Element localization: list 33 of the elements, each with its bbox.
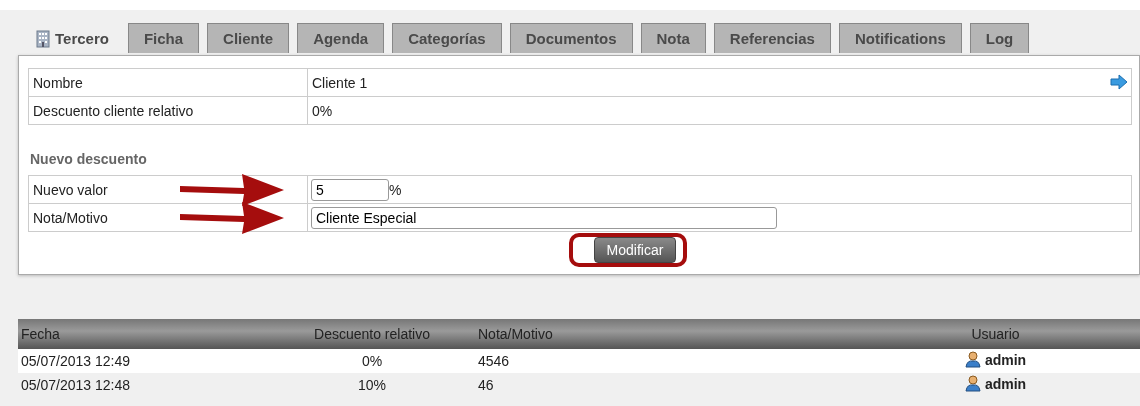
tab[interactable]: Log [969,23,1030,53]
table-cell: 0% [284,349,460,373]
tab[interactable]: Notifications [838,23,962,53]
tab[interactable]: Categorías [392,23,502,53]
field-value: Cliente 1 [312,74,368,91]
field-label: Nombre [28,68,308,97]
user-icon [964,351,981,368]
column-header: Usuario [851,319,1140,349]
column-header: Fecha [18,319,284,349]
tab[interactable]: Ficha [127,23,200,53]
column-header: Nota/Motivo [460,319,851,349]
tab[interactable]: Referencias [713,23,831,53]
tab[interactable]: Cliente [207,23,290,53]
section-title: Nuevo descuento [30,151,148,167]
user-name[interactable]: admin [984,351,1027,368]
table-cell: 4546 [460,349,851,373]
arrow-icon[interactable] [1110,74,1128,90]
table-cell: 05/07/2013 12:49 [18,349,284,373]
input-field[interactable]: Cliente Especial [311,206,777,229]
field-label: Descuento cliente relativo [28,96,308,125]
field-label: Nuevo valor [28,175,308,204]
building-icon [36,29,50,48]
input-field[interactable]: 5 [311,178,389,201]
column-header: Descuento relativo [284,319,460,349]
user-name[interactable]: admin [984,375,1027,392]
modify-button[interactable]: Modificar [593,237,677,263]
unit-label: % [389,181,402,198]
field-value: 0% [312,102,333,119]
tab[interactable]: Nota [640,23,706,53]
tab[interactable]: Documentos [509,23,633,53]
tab[interactable]: Agenda [297,23,385,53]
tab[interactable]: Tercero [25,23,120,53]
user-icon [964,375,981,392]
